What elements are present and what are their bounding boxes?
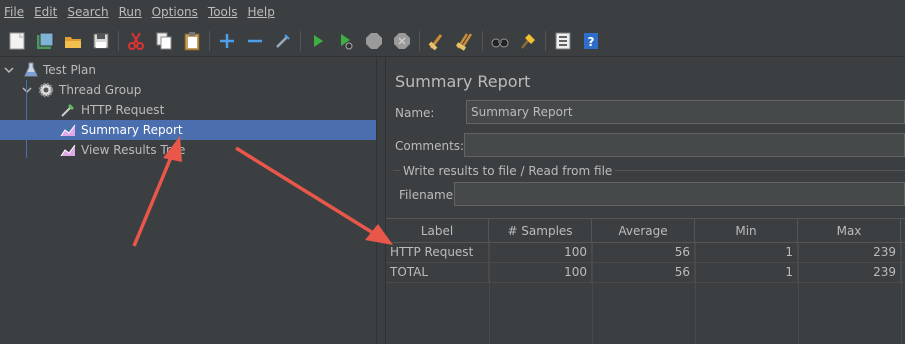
- comments-field[interactable]: [464, 133, 905, 157]
- open-icon[interactable]: [62, 30, 84, 52]
- test-plan-icon: [24, 62, 38, 78]
- start-no-pause-icon[interactable]: [335, 30, 357, 52]
- name-label: Name:: [395, 106, 435, 120]
- cut-icon[interactable]: [125, 30, 147, 52]
- tree-item-view-results-tree[interactable]: View Results Tree: [0, 140, 376, 160]
- report-icon: [60, 123, 76, 137]
- function-helper-icon[interactable]: [552, 30, 574, 52]
- copy-icon[interactable]: [153, 30, 175, 52]
- write-results-group-title: Write results to file / Read from file: [400, 164, 616, 178]
- menu-tools[interactable]: Tools: [208, 5, 244, 19]
- menu-file[interactable]: File: [4, 5, 30, 19]
- toolbar-separator: [300, 30, 301, 51]
- column-header-average[interactable]: Average: [592, 219, 695, 243]
- toolbar-separator: [209, 30, 210, 51]
- svg-text:?: ?: [588, 35, 595, 49]
- table-row[interactable]: TOTAL 100 56 1 239: [386, 263, 905, 283]
- summary-table: Label # Samples Average Min Max HTTP Req…: [386, 218, 905, 344]
- help-icon[interactable]: ?: [580, 30, 602, 52]
- table-cell: 1: [695, 243, 798, 262]
- new-icon[interactable]: [6, 30, 28, 52]
- tree-item-http-request[interactable]: HTTP Request: [0, 100, 376, 120]
- table-cell: 56: [592, 263, 695, 282]
- tree-item-summary-report[interactable]: Summary Report: [0, 120, 376, 140]
- toolbar-separator: [118, 30, 119, 51]
- chevron-down-icon[interactable]: [4, 65, 14, 75]
- toggle-icon[interactable]: [272, 30, 294, 52]
- table-cell: 239: [798, 263, 901, 282]
- gear-icon: [38, 82, 54, 98]
- report-icon: [60, 143, 76, 157]
- clear-all-icon[interactable]: [454, 30, 476, 52]
- paste-icon[interactable]: [181, 30, 203, 52]
- start-icon[interactable]: [307, 30, 329, 52]
- chevron-down-icon[interactable]: [22, 85, 32, 95]
- menu-bar: File Edit Search Run Options Tools Help: [0, 0, 905, 24]
- stop-icon[interactable]: [363, 30, 385, 52]
- panel-title: Summary Report: [395, 72, 531, 91]
- column-divider: [901, 243, 902, 344]
- table-cell: TOTAL: [386, 263, 489, 282]
- table-cell: 56: [592, 243, 695, 262]
- tree-item-label: HTTP Request: [81, 103, 165, 117]
- table-row[interactable]: HTTP Request 100 56 1 239: [386, 243, 905, 263]
- table-cell: 239: [798, 243, 901, 262]
- tree-item-test-plan[interactable]: Test Plan: [0, 60, 376, 80]
- column-divider: [489, 243, 490, 344]
- sampler-icon: [60, 102, 76, 118]
- toolbar-separator: [545, 30, 546, 51]
- column-header-min[interactable]: Min: [695, 219, 798, 243]
- table-header: Label # Samples Average Min Max: [386, 218, 905, 243]
- tree-item-label: Thread Group: [59, 83, 142, 97]
- table-cell: 100: [489, 243, 592, 262]
- expand-icon[interactable]: [216, 30, 238, 52]
- test-plan-tree: Test Plan Thread Group HTTP Request Summ…: [0, 58, 376, 344]
- menu-run[interactable]: Run: [119, 5, 148, 19]
- name-field[interactable]: Summary Report: [466, 100, 905, 124]
- table-cell: 1: [695, 263, 798, 282]
- menu-options[interactable]: Options: [152, 5, 204, 19]
- menu-search[interactable]: Search: [67, 5, 114, 19]
- split-pane-divider[interactable]: [376, 58, 386, 344]
- column-header-samples[interactable]: # Samples: [489, 219, 592, 243]
- table-cell: HTTP Request: [386, 243, 489, 262]
- tree-item-thread-group[interactable]: Thread Group: [0, 80, 376, 100]
- collapse-icon[interactable]: [244, 30, 266, 52]
- reset-search-icon[interactable]: [517, 30, 539, 52]
- column-divider: [695, 243, 696, 344]
- clear-icon[interactable]: [426, 30, 448, 52]
- filename-label: Filename: [399, 188, 454, 202]
- column-divider: [798, 243, 799, 344]
- column-divider: [592, 243, 593, 344]
- search-icon[interactable]: [489, 30, 511, 52]
- tree-item-label: Summary Report: [81, 123, 183, 137]
- menu-edit[interactable]: Edit: [34, 5, 63, 19]
- templates-icon[interactable]: [34, 30, 56, 52]
- toolbar: ?: [0, 25, 905, 57]
- tree-item-label: Test Plan: [43, 63, 96, 77]
- toolbar-separator: [419, 30, 420, 51]
- tree-item-label: View Results Tree: [81, 143, 186, 157]
- save-icon[interactable]: [90, 30, 112, 52]
- filename-field[interactable]: [454, 182, 905, 206]
- menu-help[interactable]: Help: [247, 5, 280, 19]
- shutdown-icon[interactable]: [391, 30, 413, 52]
- summary-report-panel: Summary Report Name: Summary Report Comm…: [386, 58, 905, 344]
- table-cell: 100: [489, 263, 592, 282]
- column-header-label[interactable]: Label: [386, 219, 489, 243]
- comments-label: Comments:: [395, 139, 465, 153]
- toolbar-separator: [482, 30, 483, 51]
- column-header-max[interactable]: Max: [798, 219, 901, 243]
- tree-guide-line: [26, 80, 27, 158]
